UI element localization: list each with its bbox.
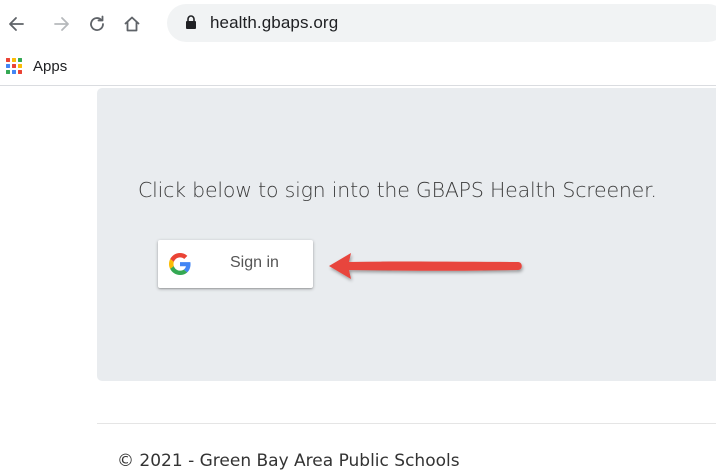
- back-button[interactable]: [4, 10, 28, 38]
- apps-label: Apps: [33, 57, 68, 75]
- signin-label[interactable]: Sign in: [230, 254, 279, 272]
- back-arrow-icon: [9, 17, 24, 31]
- signin-instructions: Click below to sign into the GBAPS Healt…: [138, 178, 657, 202]
- footer-divider: [97, 423, 716, 424]
- address-bar[interactable]: health.gbaps.org: [167, 4, 716, 42]
- red-arrow-icon: [329, 253, 522, 279]
- signin-panel: [97, 88, 716, 381]
- content-divider: [0, 85, 716, 86]
- apps-grid-icon: [6, 58, 22, 74]
- bookmarks-bar: Apps: [0, 48, 716, 84]
- google-signin-button[interactable]: Sign in: [158, 240, 313, 288]
- footer-copyright: © 2021 - Green Bay Area Public Schools: [117, 451, 460, 471]
- browser-toolbar: health.gbaps.org: [0, 0, 716, 48]
- apps-shortcut[interactable]: Apps: [6, 54, 67, 78]
- reload-button[interactable]: [85, 10, 109, 38]
- forward-button[interactable]: [50, 10, 74, 38]
- reload-icon: [90, 15, 104, 31]
- home-icon: [124, 16, 140, 32]
- google-logo-icon: [169, 253, 191, 275]
- url-text[interactable]: health.gbaps.org: [210, 13, 338, 33]
- lock-icon[interactable]: [185, 15, 197, 30]
- forward-arrow-icon: [54, 17, 69, 31]
- home-button[interactable]: [120, 10, 144, 38]
